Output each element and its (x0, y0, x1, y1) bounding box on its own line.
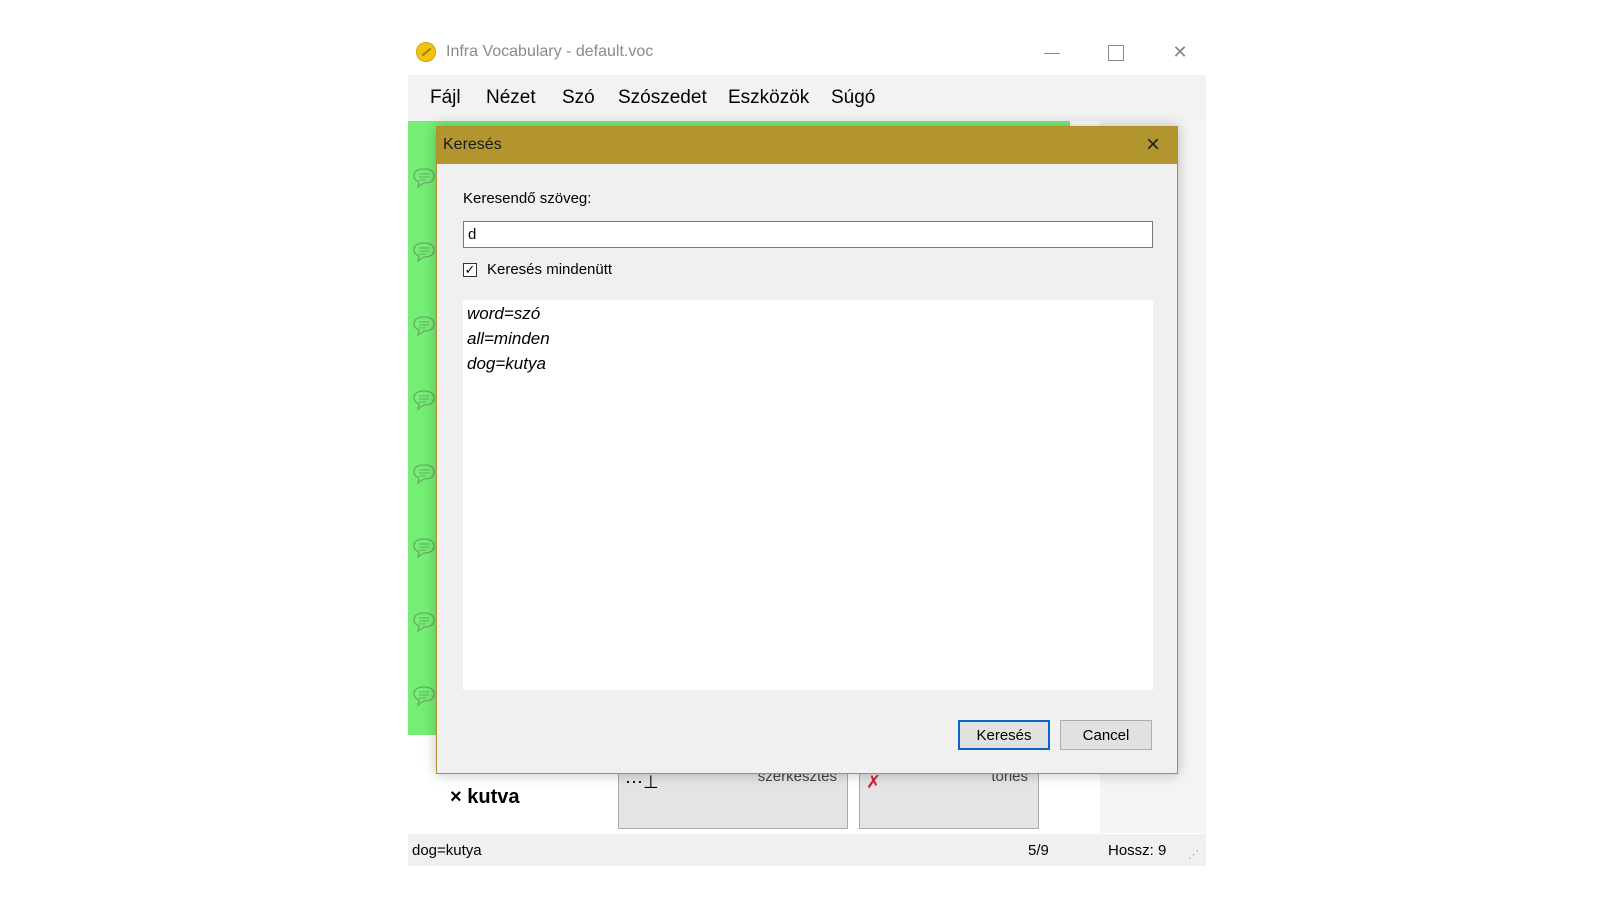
search-button[interactable]: Keresés (958, 720, 1050, 750)
speech-bubble-icon (413, 168, 435, 189)
result-item[interactable]: dog=kutya (467, 354, 546, 374)
dialog-title-bar: Keresés × (437, 127, 1177, 164)
delete-icon: ✗ (866, 772, 882, 792)
maximize-button[interactable] (1084, 32, 1148, 72)
result-item[interactable]: all=minden (467, 329, 550, 349)
result-item[interactable]: word=szó (467, 304, 540, 324)
menu-word[interactable]: Szó (562, 87, 595, 109)
speech-bubble-icon (413, 686, 435, 707)
menu-file[interactable]: Fájl (430, 87, 461, 109)
app-icon (416, 42, 436, 62)
minimize-icon (1044, 52, 1060, 54)
menu-wordlist[interactable]: Szószedet (618, 87, 707, 109)
close-icon: ✕ (1172, 42, 1188, 62)
search-text-label: Keresendő szöveg: (463, 190, 592, 207)
status-current-word: dog=kutya (412, 842, 482, 859)
close-button[interactable]: ✕ (1148, 32, 1212, 72)
dialog-close-button[interactable]: × (1135, 129, 1171, 161)
status-bar: dog=kutya 5/9 Hossz: 9 ⋰ (408, 834, 1206, 866)
title-bar: Infra Vocabulary - default.voc ✕ (408, 28, 1206, 76)
speech-bubble-icon (413, 538, 435, 559)
close-icon: × (1145, 131, 1160, 158)
edit-icon: ⋯⊥ (625, 772, 659, 792)
menu-tools[interactable]: Eszközök (728, 87, 809, 109)
speech-bubble-icon (413, 316, 435, 337)
search-dialog: Keresés × Keresendő szöveg: ✓ Keresés mi… (436, 126, 1178, 774)
minimize-button[interactable] (1020, 32, 1084, 72)
speech-bubble-icon (413, 464, 435, 485)
maximize-icon (1108, 45, 1124, 62)
menu-help[interactable]: Súgó (831, 87, 875, 109)
cancel-button[interactable]: Cancel (1060, 720, 1152, 750)
status-position: 5/9 (1028, 842, 1049, 859)
window-title: Infra Vocabulary - default.voc (446, 43, 654, 60)
search-everywhere-label[interactable]: Keresés mindenütt (487, 261, 612, 278)
dialog-title: Keresés (443, 136, 502, 153)
speech-bubble-icon (413, 390, 435, 411)
translation-text: × kutva (450, 786, 520, 808)
status-length: Hossz: 9 (1108, 842, 1167, 859)
resize-grip-icon[interactable]: ⋰ (1188, 848, 1202, 862)
menu-view[interactable]: Nézet (486, 87, 536, 109)
menu-bar: Fájl Nézet Szó Szószedet Eszközök Súgó (408, 75, 1206, 121)
checkmark-icon: ✓ (464, 262, 476, 277)
speech-bubble-icon (413, 242, 435, 263)
speech-bubble-icon (413, 612, 435, 633)
results-list[interactable]: word=szó all=minden dog=kutya (463, 300, 1153, 690)
search-everywhere-checkbox[interactable]: ✓ (463, 263, 477, 277)
search-input[interactable] (463, 221, 1153, 248)
